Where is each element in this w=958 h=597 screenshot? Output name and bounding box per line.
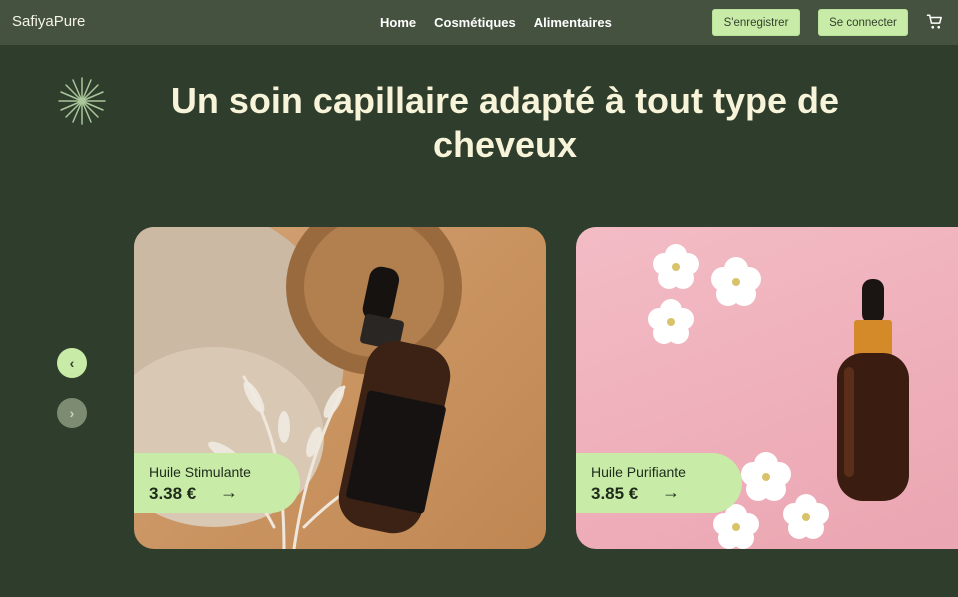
top-navbar: SafiyaPure Home Cosmétiques Alimentaires… xyxy=(0,0,958,45)
shopping-cart-icon[interactable] xyxy=(926,13,944,31)
nav-link-cosmetiques[interactable]: Cosmétiques xyxy=(434,15,516,30)
arrow-right-icon[interactable]: → xyxy=(220,482,238,503)
brand-logo[interactable]: SafiyaPure xyxy=(12,13,85,30)
chevron-right-icon: › xyxy=(69,405,75,421)
arrow-right-icon[interactable]: → xyxy=(662,482,680,503)
product-card-huile-purifiante[interactable]: Huile Purifiante 3.85 € → xyxy=(576,227,958,549)
price-tag[interactable]: Huile Stimulante 3.38 € → xyxy=(134,453,300,513)
product-name: Huile Stimulante xyxy=(149,464,251,480)
nav-link-alimentaires[interactable]: Alimentaires xyxy=(534,15,612,30)
product-price: 3.85 € xyxy=(591,484,639,503)
carousel-next-button[interactable]: › xyxy=(57,398,87,428)
product-name: Huile Purifiante xyxy=(591,464,686,480)
product-price: 3.38 € xyxy=(149,484,197,503)
nav-link-home[interactable]: Home xyxy=(380,15,416,30)
product-card-huile-stimulante[interactable]: Huile Stimulante 3.38 € → xyxy=(134,227,546,549)
register-button[interactable]: S'enregistrer xyxy=(712,9,800,36)
starburst-icon xyxy=(58,77,106,125)
chevron-left-icon: ‹ xyxy=(69,355,75,371)
login-button[interactable]: Se connecter xyxy=(818,9,908,36)
hero-title: Un soin capillaire adapté à tout type de… xyxy=(170,80,840,165)
price-tag[interactable]: Huile Purifiante 3.85 € → xyxy=(576,453,742,513)
carousel-prev-button[interactable]: ‹ xyxy=(57,348,87,378)
main-nav: Home Cosmétiques Alimentaires xyxy=(380,15,612,30)
